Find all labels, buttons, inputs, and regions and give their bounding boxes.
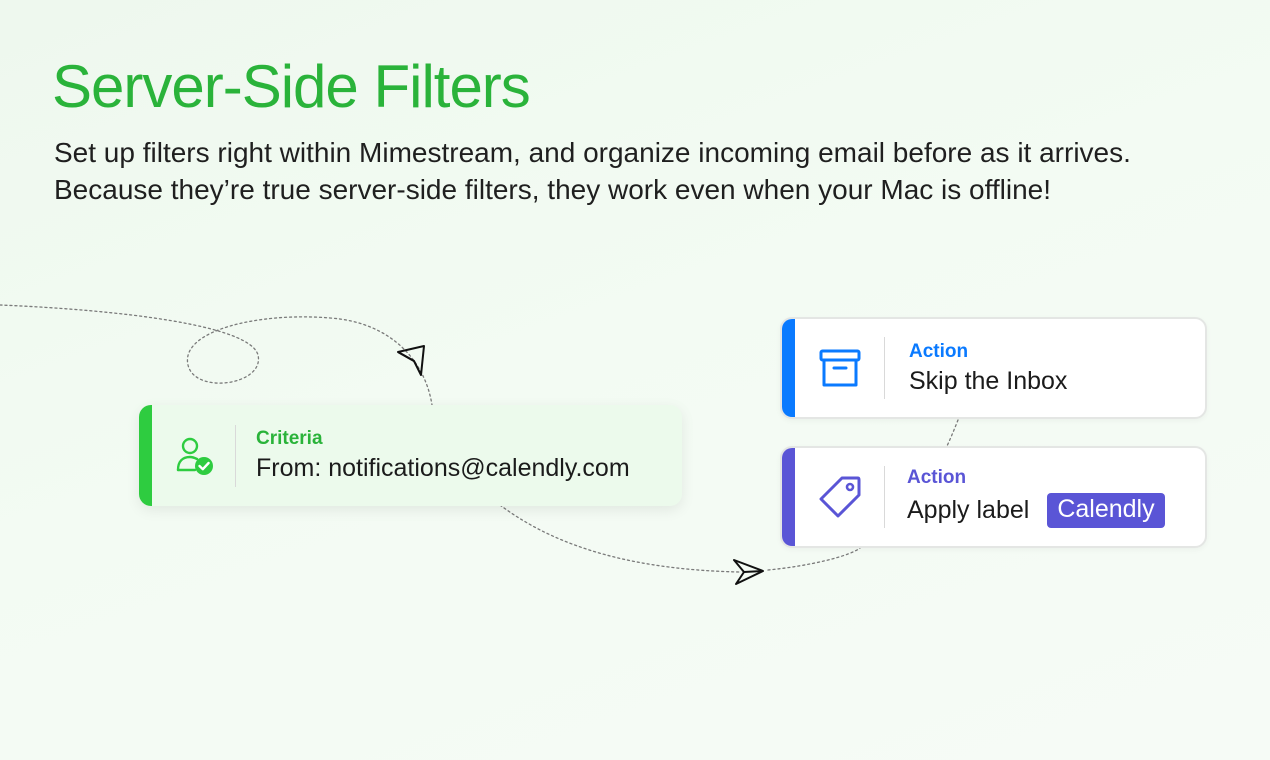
archive-box-icon xyxy=(819,349,860,387)
tag-icon xyxy=(819,476,860,518)
paper-plane-icon-top xyxy=(397,345,425,376)
label-chip-calendly[interactable]: Calendly xyxy=(1047,492,1165,528)
action1-accent-bar xyxy=(782,319,795,417)
action2-accent-bar xyxy=(782,448,795,546)
action1-value: Skip the Inbox xyxy=(909,366,1068,395)
action-card-apply-label[interactable]: Action Apply label Calendly xyxy=(780,446,1207,548)
action2-value: Apply label xyxy=(907,495,1030,524)
action2-value-row: Apply label Calendly xyxy=(907,492,1165,528)
criteria-accent-bar xyxy=(139,405,152,506)
user-check-icon xyxy=(176,437,213,475)
criteria-card[interactable]: Criteria From: notifications@calendly.co… xyxy=(139,405,682,506)
criteria-icon-wrap xyxy=(139,405,235,506)
criteria-label: Criteria xyxy=(256,428,323,449)
action1-icon-wrap xyxy=(782,319,884,417)
action2-label: Action xyxy=(907,466,967,488)
action-card-skip-inbox[interactable]: Action Skip the Inbox xyxy=(780,317,1207,419)
action1-text: Action Skip the Inbox xyxy=(885,341,1067,396)
criteria-text: Criteria From: notifications@calendly.co… xyxy=(236,428,630,483)
action1-label: Action xyxy=(909,340,969,362)
action2-text: Action Apply label Calendly xyxy=(885,467,1165,528)
criteria-value: From: notifications@calendly.com xyxy=(256,454,630,482)
action2-icon-wrap xyxy=(782,448,884,546)
